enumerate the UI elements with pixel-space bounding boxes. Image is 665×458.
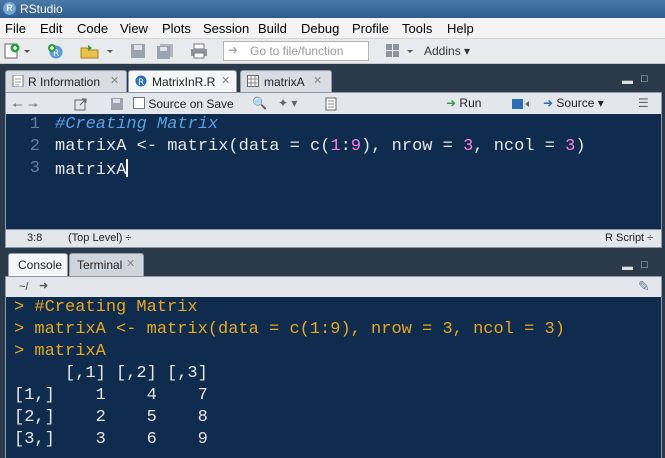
editor-tabs: R Information ✕ R MatrixInR.R ✕ matrixA …: [0, 67, 665, 93]
svg-text:R: R: [138, 78, 144, 87]
console-output[interactable]: > #Creating Matrix > matrixA <- matrix(d…: [5, 297, 662, 458]
minimize-pane-icon[interactable]: ▬: [622, 75, 633, 87]
console-input-line: > #Creating Matrix: [14, 298, 198, 317]
console-input-line: > matrixA: [14, 342, 106, 361]
search-icon[interactable]: 🔍: [252, 96, 267, 110]
table-icon: [247, 75, 259, 87]
print-icon[interactable]: [190, 43, 208, 59]
open-file-icon[interactable]: [80, 43, 116, 59]
go-to-file-input[interactable]: ➜ Go to file/function: [223, 41, 369, 61]
code-line: 2 matrixA <- matrix(data = c(1:9), nrow …: [29, 137, 586, 156]
run-button[interactable]: ➜ Run: [446, 96, 481, 110]
source-arrow-icon: ➜: [543, 96, 554, 110]
cursor-position: 3:8: [27, 232, 43, 244]
menu-build[interactable]: Build: [258, 21, 287, 36]
outline-icon[interactable]: ☰: [638, 96, 649, 110]
chevron-down-icon: ▾: [464, 44, 471, 58]
code-line: 1 #Creating Matrix: [29, 115, 219, 134]
maximize-pane-icon[interactable]: □: [641, 73, 648, 85]
save-icon[interactable]: [110, 97, 124, 111]
menu-edit[interactable]: Edit: [40, 21, 62, 36]
close-icon[interactable]: ✕: [110, 74, 119, 87]
console-path-bar: ~/ ➜ ✎: [5, 276, 662, 298]
rstudio-logo-icon: R: [3, 2, 16, 15]
menu-debug[interactable]: Debug: [301, 21, 339, 36]
menu-file[interactable]: File: [5, 21, 26, 36]
menu-bar: File Edit Code View Plots Session Build …: [0, 18, 665, 39]
go-to-arrow-icon: ➜: [228, 43, 239, 57]
clear-console-broom-icon[interactable]: ✎: [638, 278, 650, 295]
tab-console[interactable]: Console: [8, 253, 68, 276]
text-cursor: [126, 159, 129, 177]
menu-profile[interactable]: Profile: [352, 21, 389, 36]
code-line: 3 matrixA: [29, 159, 129, 180]
working-directory: ~/: [19, 281, 29, 293]
console-tabs: Console Terminal ✕ ▬ □: [0, 253, 665, 276]
show-in-window-icon[interactable]: [74, 97, 88, 111]
editor-toolbar: 🠔 🠖 Source on Save 🔍 ✦ ▾ ➜ Run ➜ Source …: [5, 92, 662, 116]
new-project-icon[interactable]: R: [47, 43, 69, 59]
title-bar: R RStudio: [0, 0, 665, 18]
matrix-output-header: [,1] [,2] [,3]: [14, 364, 208, 383]
re-run-icon[interactable]: [511, 97, 533, 111]
menu-help[interactable]: Help: [447, 21, 474, 36]
save-all-icon[interactable]: [156, 43, 176, 59]
console-input-line: > matrixA <- matrix(data = c(1:9), nrow …: [14, 320, 565, 339]
run-arrow-icon: ➜: [446, 96, 457, 110]
tab-terminal[interactable]: Terminal ✕: [69, 253, 144, 276]
source-button[interactable]: ➜ Source ▾: [543, 96, 604, 110]
tab-r-information[interactable]: R Information ✕: [5, 70, 127, 93]
r-info-icon: [12, 75, 24, 87]
addins-menu[interactable]: Addins ▾: [424, 44, 470, 58]
minimize-pane-icon[interactable]: ▬: [622, 261, 633, 273]
compile-report-icon[interactable]: [324, 97, 338, 111]
grid-layout-icon[interactable]: [385, 43, 415, 59]
menu-view[interactable]: View: [120, 21, 148, 36]
code-editor[interactable]: 1 #Creating Matrix 2 matrixA <- matrix(d…: [5, 114, 662, 229]
close-icon[interactable]: ✕: [126, 257, 135, 270]
matrix-output-row: [2,] 2 5 8: [14, 408, 208, 427]
filetype-selector[interactable]: R Script ÷: [605, 232, 653, 244]
new-file-icon[interactable]: [4, 43, 32, 59]
tab-matrixa[interactable]: matrixA ✕: [240, 70, 332, 93]
scope-selector[interactable]: (Top Level) ÷: [68, 232, 132, 244]
maximize-pane-icon[interactable]: □: [641, 259, 648, 271]
matrix-output-row: [3,] 3 6 9: [14, 430, 208, 449]
menu-session[interactable]: Session: [203, 21, 249, 36]
tab-matrixinr[interactable]: R MatrixInR.R ✕: [128, 70, 237, 93]
main-toolbar: R ➜ Go to file/function Addins ▾: [0, 39, 665, 64]
matrix-output-row: [1,] 1 4 7: [14, 386, 208, 405]
window-title: RStudio: [20, 2, 63, 16]
menu-tools[interactable]: Tools: [402, 21, 432, 36]
source-on-save-checkbox[interactable]: Source on Save: [133, 97, 234, 111]
editor-status-bar: 3:8 (Top Level) ÷ R Script ÷: [5, 229, 662, 248]
close-icon[interactable]: ✕: [313, 74, 322, 87]
chevron-down-icon: ▾: [597, 96, 604, 110]
r-file-icon: R: [135, 75, 147, 87]
save-icon[interactable]: [130, 43, 146, 59]
go-to-directory-icon[interactable]: ➜: [39, 279, 48, 292]
menu-code[interactable]: Code: [77, 21, 108, 36]
magic-wand-icon[interactable]: ✦ ▾: [278, 96, 297, 110]
close-icon[interactable]: ✕: [221, 74, 230, 87]
menu-plots[interactable]: Plots: [162, 21, 191, 36]
